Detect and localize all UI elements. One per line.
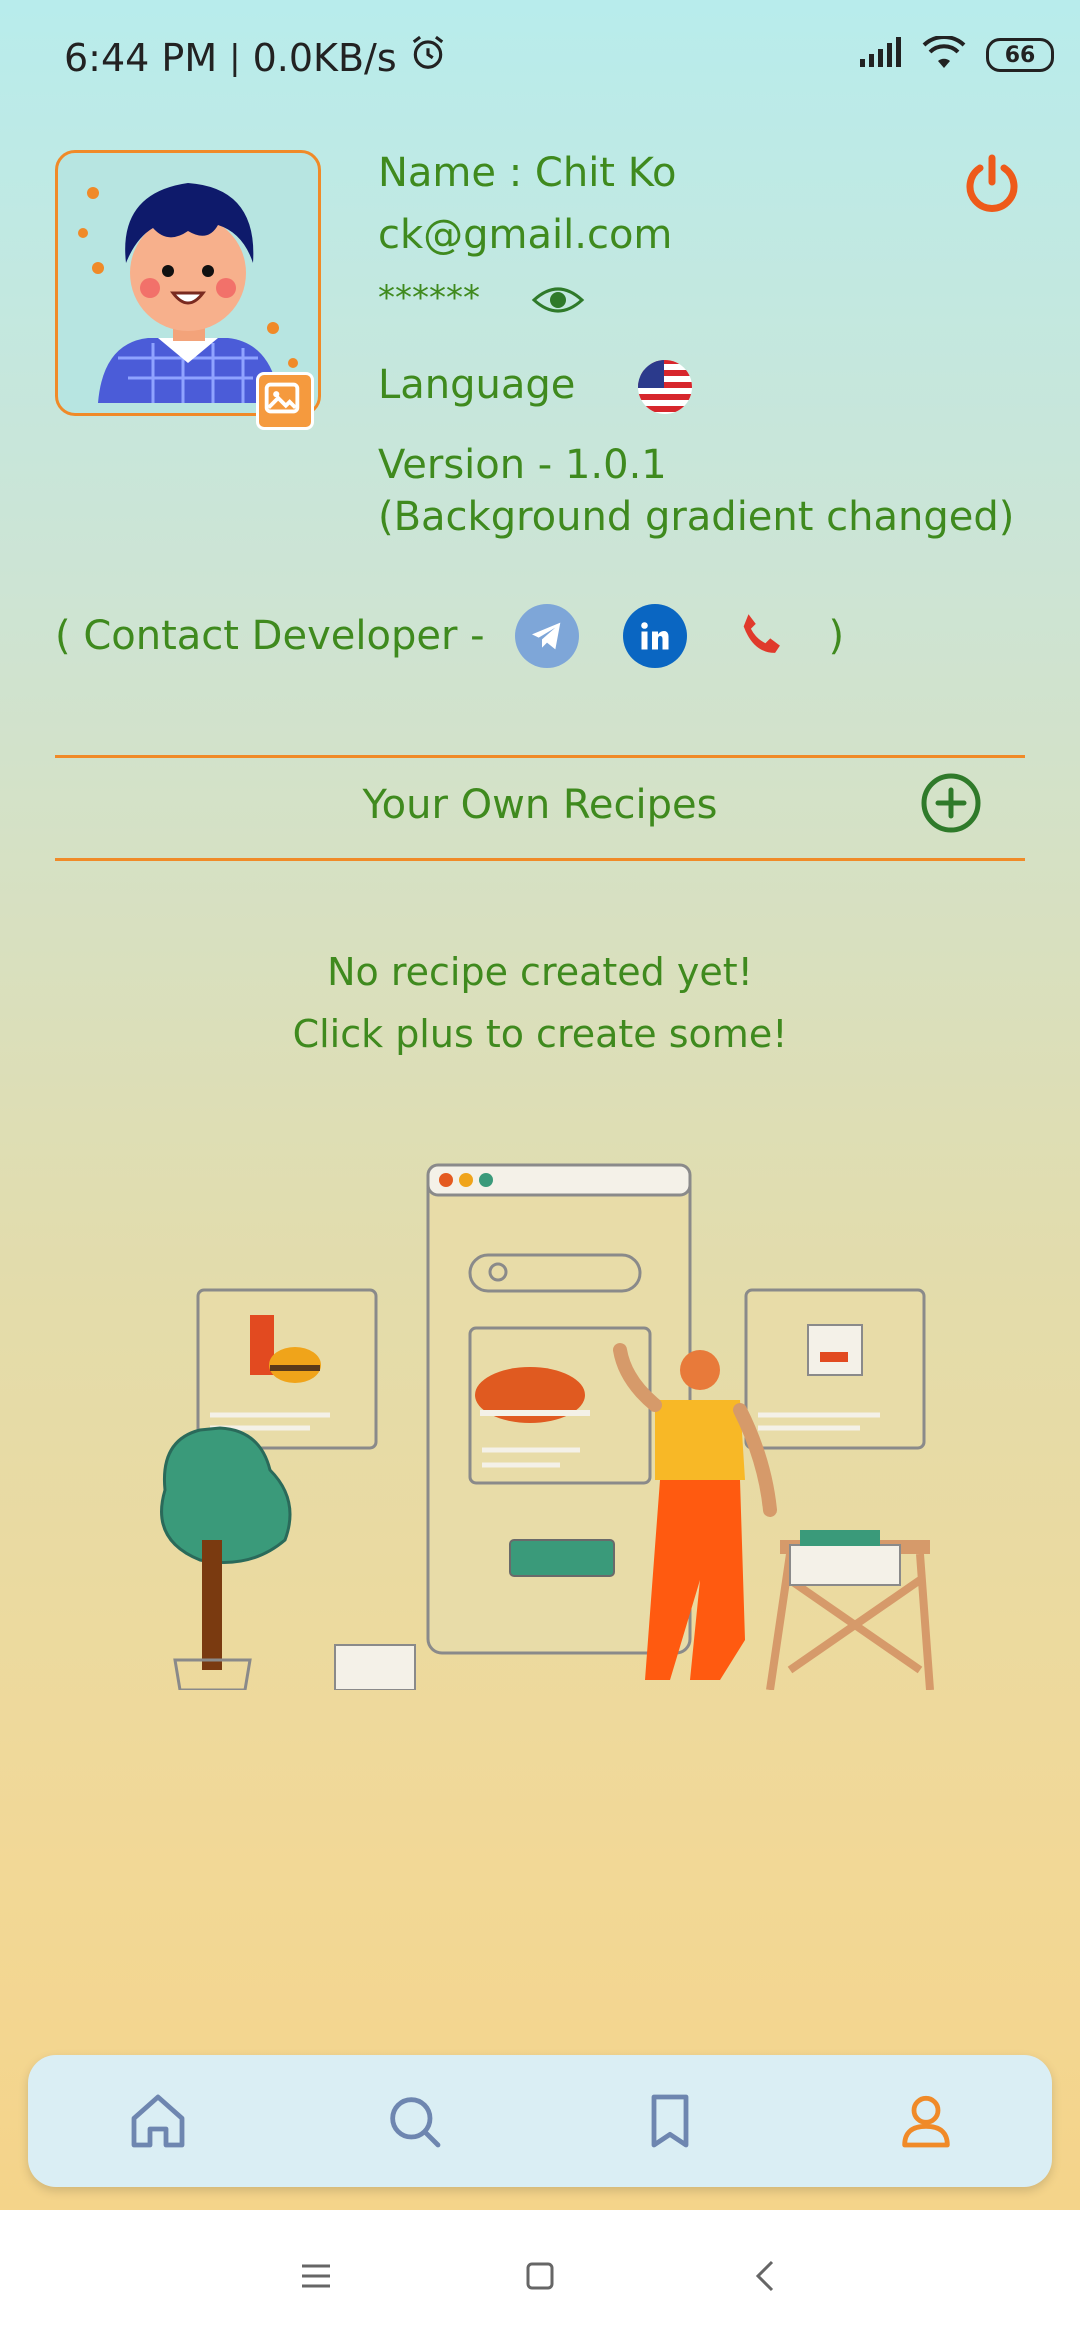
home-icon (131, 2094, 185, 2148)
contact-suffix: ) (828, 613, 845, 659)
change-photo-button[interactable] (256, 372, 314, 430)
linkedin-icon[interactable] (622, 604, 687, 668)
plus-circle-icon (921, 773, 981, 833)
battery-level: 66 (1004, 42, 1036, 68)
power-icon (966, 154, 1018, 212)
contact-prefix: ( Contact Developer - (55, 613, 485, 659)
show-password-button[interactable] (530, 280, 586, 330)
telegram-icon[interactable] (514, 604, 579, 668)
version-text: Version - 1.0.1 (378, 442, 667, 488)
add-recipe-button[interactable] (920, 772, 982, 834)
nav-profile[interactable] (894, 2089, 958, 2153)
status-bar: 6:44 PM | 0.0KB/s 66 (0, 0, 1080, 115)
contact-developer: ( Contact Developer - ) (55, 604, 844, 668)
language-selector[interactable] (636, 358, 694, 426)
nav-bookmarks[interactable] (638, 2089, 702, 2153)
eye-icon (531, 287, 585, 313)
us-flag-icon (638, 360, 692, 414)
profile-icon (902, 2095, 950, 2148)
status-separator: | (229, 37, 241, 78)
divider-top (55, 755, 1025, 758)
password-mask: ****** (378, 278, 480, 318)
menu-button[interactable] (292, 2252, 340, 2300)
empty-state-illustration (140, 1160, 940, 1692)
logout-button[interactable] (960, 150, 1024, 214)
profile-email: ck@gmail.com (378, 212, 673, 258)
menu-icon (302, 2264, 330, 2288)
status-left: 6:44 PM | 0.0KB/s (64, 34, 447, 81)
version-note: (Background gradient changed) (378, 494, 1015, 540)
bottom-navigation (28, 2055, 1052, 2187)
language-label: Language (378, 362, 576, 408)
phone-icon[interactable] (731, 604, 795, 668)
network-speed: 0.0KB/s (252, 35, 397, 80)
system-navigation (0, 2210, 1080, 2340)
bookmark-icon (651, 2094, 689, 2148)
nav-home[interactable] (126, 2089, 190, 2153)
image-icon (264, 382, 300, 414)
search-icon (390, 2097, 441, 2148)
divider-bottom (55, 858, 1025, 861)
recipes-title: Your Own Recipes (362, 782, 718, 828)
empty-message-line2: Click plus to create some! (292, 1012, 788, 1056)
square-icon (526, 2262, 554, 2290)
wifi-icon (922, 35, 966, 74)
battery-icon: 66 (986, 38, 1054, 72)
empty-message-line1: No recipe created yet! (327, 950, 753, 994)
alarm-icon (409, 34, 447, 81)
status-time: 6:44 PM (64, 35, 218, 80)
profile-name: Name : Chit Ko (378, 150, 677, 196)
home-button[interactable] (516, 2252, 564, 2300)
back-icon (755, 2260, 774, 2292)
back-button[interactable] (742, 2252, 790, 2300)
signal-icon (858, 37, 902, 73)
nav-search[interactable] (382, 2089, 446, 2153)
status-right: 66 (858, 35, 1054, 74)
